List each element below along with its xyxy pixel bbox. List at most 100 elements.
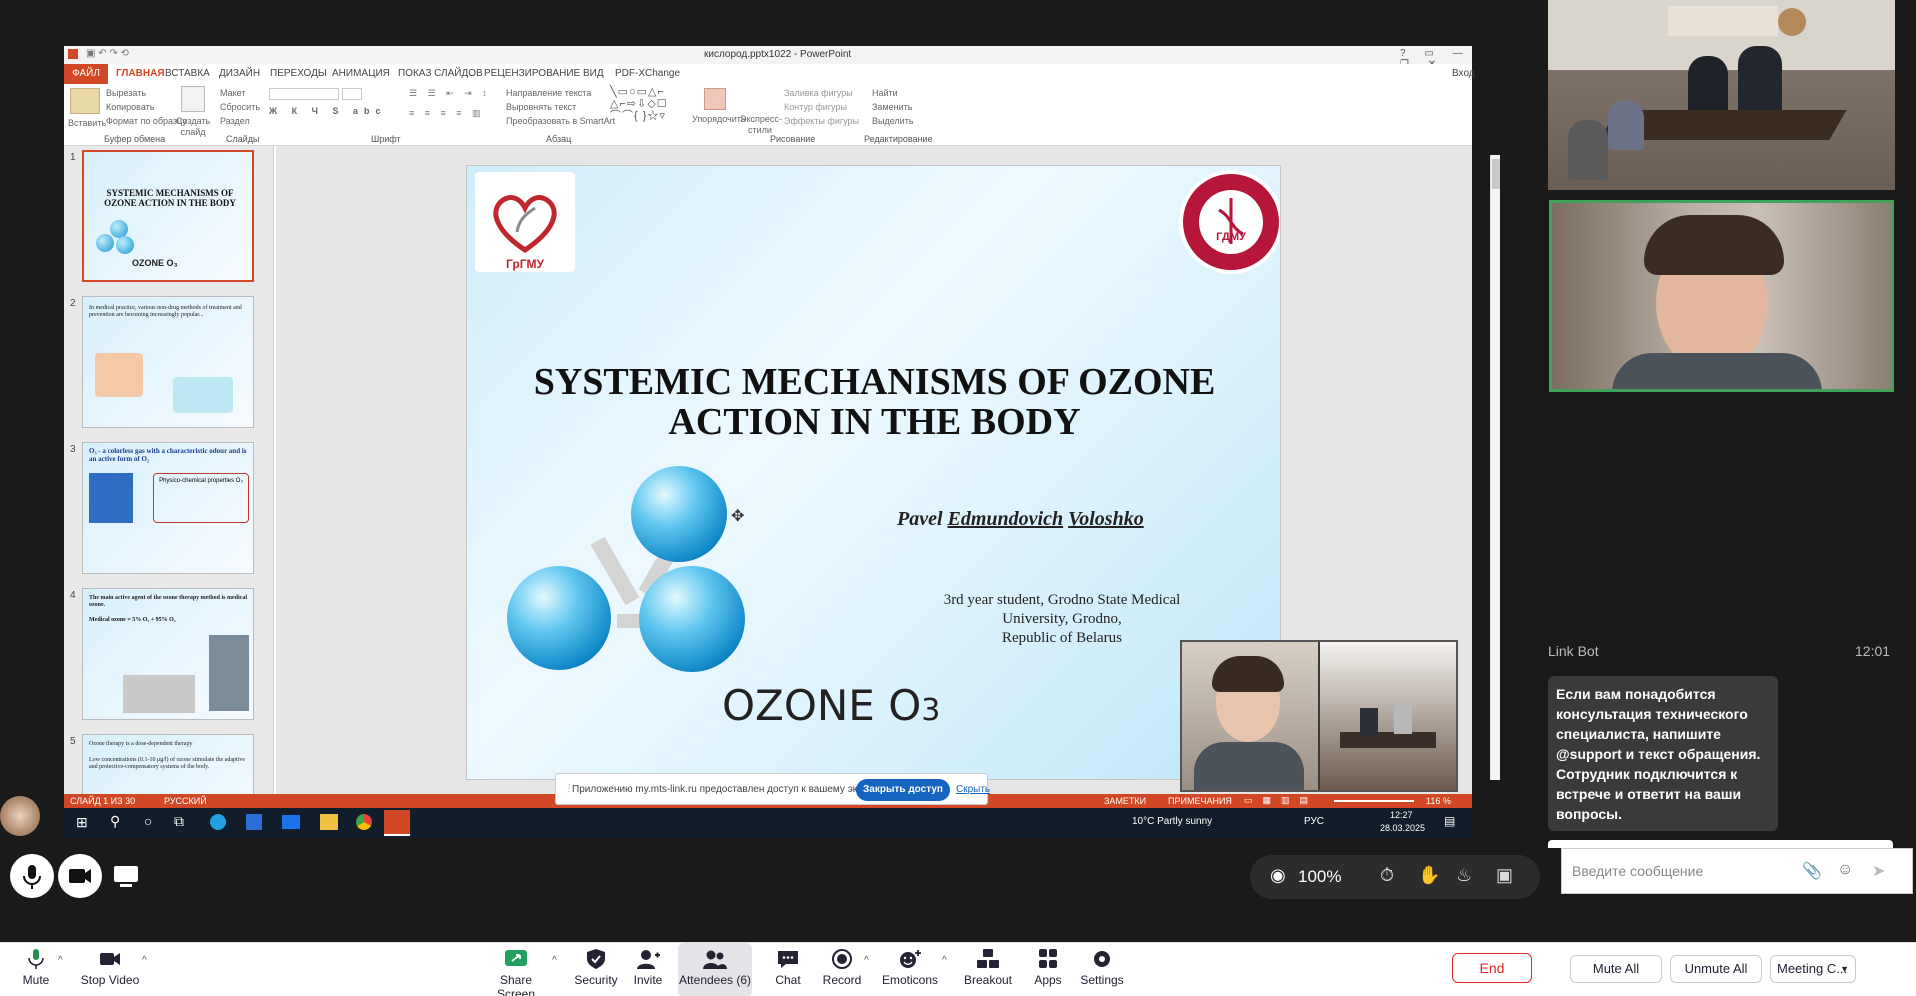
attendees-button[interactable]: Attendees (6)	[678, 943, 752, 996]
timer-icon[interactable]: ⏱	[1380, 865, 1394, 886]
paragraph-align-buttons[interactable]: ≡ ≡ ≡ ≡ ▥	[409, 108, 485, 119]
font-format-buttons[interactable]: Ж К Ч S abc	[269, 106, 386, 116]
chat-message-input[interactable]: Введите сообщение 📎 ☺ ➤	[1561, 848, 1913, 894]
meeting-controls-dropdown[interactable]: Meeting C... ▼	[1770, 955, 1856, 983]
stop-sharing-button[interactable]: Закрыть доступ	[856, 779, 950, 801]
view-zoom-level[interactable]: 100%	[1298, 867, 1341, 887]
notes-button[interactable]: ЗАМЕТКИ	[1104, 796, 1146, 806]
screen-share-icon[interactable]	[108, 858, 144, 894]
replace-button[interactable]: Заменить	[872, 102, 912, 112]
view-buttons[interactable]: ▭▦▥▤	[1244, 795, 1318, 806]
tab-file[interactable]: ФАЙЛ	[64, 64, 108, 84]
comments-button[interactable]: ПРИМЕЧАНИЯ	[1168, 796, 1232, 806]
emoticons-options-caret[interactable]: ^	[942, 955, 947, 966]
mute-options-caret[interactable]: ^	[58, 955, 63, 966]
hide-notice-link[interactable]: Скрыть	[956, 784, 990, 795]
weather-widget[interactable]: 10°C Partly sunny	[1132, 816, 1212, 827]
windows-start-icon[interactable]: ⊞	[76, 814, 88, 831]
language-indicator[interactable]: РУССКИЙ	[164, 796, 207, 806]
arrange-icon[interactable]	[704, 88, 726, 110]
reset-button[interactable]: Сбросить	[220, 102, 260, 112]
section-button[interactable]: Раздел	[220, 116, 250, 126]
format-painter-button[interactable]: Формат по образцу	[106, 116, 187, 126]
stop-video-button[interactable]: Stop Video	[78, 949, 142, 987]
store-icon[interactable]	[246, 814, 262, 830]
quick-styles-button[interactable]: Экспресс-стили	[740, 114, 782, 136]
raise-hand-icon[interactable]: ✋	[1418, 865, 1440, 886]
tab-design[interactable]: ДИЗАЙН	[219, 68, 260, 79]
shapes-gallery[interactable]: ╲▭○▭△⌐ △⌐⇨⇩◇☐ ⌒⌒{ }☆▿	[610, 86, 668, 122]
smartart-button[interactable]: Преобразовать в SmartArt	[506, 116, 615, 126]
slide-thumbnails-pane[interactable]: 1 SYSTEMIC MECHANISMS OF OZONE ACTION IN…	[64, 146, 274, 794]
paragraph-list-buttons[interactable]: ☰ ☰ ⇤ ⇥ ↕	[409, 88, 491, 99]
cortana-icon[interactable]: ○	[144, 813, 152, 829]
invite-button[interactable]: Invite	[628, 949, 668, 987]
mute-all-button[interactable]: Mute All	[1570, 955, 1662, 983]
fire-reaction-icon[interactable]: ♨	[1456, 865, 1472, 886]
video-tile-active-speaker[interactable]	[1549, 200, 1894, 392]
chat-button[interactable]: Chat	[768, 949, 808, 987]
arrange-button[interactable]: Упорядочить	[692, 114, 746, 124]
mute-button[interactable]: Mute	[14, 949, 58, 987]
breakout-button[interactable]: Breakout	[960, 949, 1016, 987]
font-size-select[interactable]	[342, 88, 362, 100]
paste-icon[interactable]	[70, 88, 100, 114]
settings-button[interactable]: Settings	[1078, 949, 1126, 987]
thumbnail-slide-3[interactable]: O₃ - a colorless gas with a characterist…	[82, 442, 254, 574]
record-button[interactable]: Record	[820, 949, 864, 987]
layout-button[interactable]: Макет	[220, 88, 245, 98]
notifications-icon[interactable]: ▤	[1444, 814, 1455, 828]
shape-effects-button[interactable]: Эффекты фигуры	[784, 116, 859, 126]
tab-pdfxchange[interactable]: PDF-XChange	[615, 68, 680, 79]
thumbnail-slide-4[interactable]: The main active agent of the ozone thera…	[82, 588, 254, 720]
font-family-select[interactable]	[269, 88, 339, 100]
chrome-icon[interactable]	[356, 814, 372, 830]
tab-insert[interactable]: ВСТАВКА	[165, 68, 210, 79]
thumbnail-slide-1[interactable]: SYSTEMIC MECHANISMS OF OZONE ACTION IN T…	[82, 150, 254, 282]
video-options-caret[interactable]: ^	[142, 955, 147, 966]
shape-fill-button[interactable]: Заливка фигуры	[784, 88, 853, 98]
paste-button[interactable]: Вставить	[68, 118, 106, 128]
search-icon[interactable]: ⚲	[110, 813, 120, 830]
video-tile-conference-room[interactable]	[1548, 0, 1895, 190]
mic-toggle-button[interactable]	[10, 854, 54, 898]
shape-outline-button[interactable]: Контур фигуры	[784, 102, 847, 112]
quick-access-icons[interactable]: ▣ ↶ ↷ ⟲	[86, 48, 129, 59]
camera-toggle-button[interactable]	[58, 854, 102, 898]
edge-icon[interactable]	[210, 814, 226, 830]
slide-title[interactable]: SYSTEMIC MECHANISMS OF OZONE ACTION IN T…	[467, 362, 1280, 442]
input-language[interactable]: РУС	[1304, 816, 1324, 827]
eye-icon[interactable]: ◉	[1270, 865, 1286, 886]
cut-button[interactable]: Вырезать	[106, 88, 146, 98]
new-slide-button[interactable]: Создать слайд	[176, 116, 210, 138]
task-view-icon[interactable]: ⧉	[174, 813, 184, 830]
security-button[interactable]: Security	[570, 949, 622, 987]
emoticons-button[interactable]: Emoticons	[880, 949, 940, 987]
mail-icon[interactable]	[282, 815, 300, 829]
sign-in-link[interactable]: Вход	[1452, 68, 1475, 79]
end-meeting-button[interactable]: End	[1452, 953, 1532, 983]
zoom-level[interactable]: 116 %	[1426, 796, 1451, 806]
emoji-icon[interactable]: ☺	[1837, 861, 1853, 879]
thumbnail-slide-5[interactable]: Ozone therapy is a dose-dependent therap…	[82, 734, 254, 794]
select-button[interactable]: Выделить	[872, 116, 914, 126]
powerpoint-taskbar-icon[interactable]	[384, 810, 410, 836]
copy-button[interactable]: Копировать	[106, 102, 154, 112]
apps-button[interactable]: Apps	[1030, 949, 1066, 987]
tab-slideshow[interactable]: ПОКАЗ СЛАЙДОВ	[398, 68, 483, 79]
new-slide-icon[interactable]	[181, 86, 205, 112]
align-text-button[interactable]: Выровнять текст	[506, 102, 576, 112]
tab-view[interactable]: ВИД	[583, 68, 604, 79]
explorer-icon[interactable]	[320, 814, 338, 830]
tab-review[interactable]: РЕЦЕНЗИРОВАНИЕ	[484, 68, 580, 79]
zoom-slider[interactable]	[1334, 800, 1414, 802]
thumbnail-slide-2[interactable]: In medical practice, various non-drug me…	[82, 296, 254, 428]
current-slide[interactable]: ГрГМУ ГДМУ SYSTEMIC MECHANISMS OF OZONE …	[466, 165, 1281, 780]
tab-home[interactable]: ГЛАВНАЯ	[116, 68, 165, 79]
find-button[interactable]: Найти	[872, 88, 898, 98]
unmute-all-button[interactable]: Unmute All	[1670, 955, 1762, 983]
record-options-caret[interactable]: ^	[864, 955, 869, 966]
share-screen-button[interactable]: Share Screen	[480, 949, 552, 996]
text-direction-button[interactable]: Направление текста	[506, 88, 591, 98]
tab-animation[interactable]: АНИМАЦИЯ	[332, 68, 390, 79]
